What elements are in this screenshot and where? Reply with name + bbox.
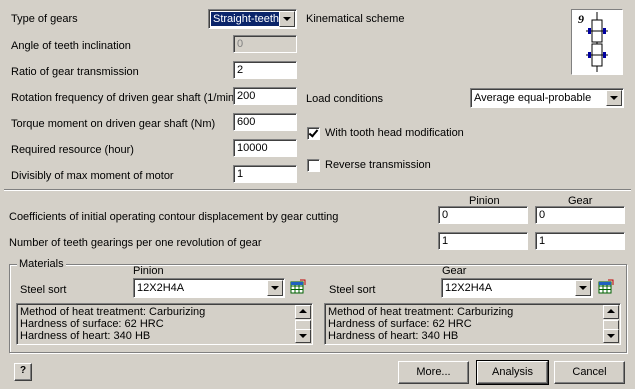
teeth-pinion-input[interactable]: 1 xyxy=(438,232,528,250)
pinion-steel-label: Steel sort xyxy=(20,284,67,296)
table-icon[interactable] xyxy=(598,279,614,295)
chevron-down-icon[interactable] xyxy=(575,280,591,296)
gear-type-label: Type of gears xyxy=(11,13,78,25)
scroll-down-icon[interactable] xyxy=(295,329,311,343)
ratio-input[interactable]: 2 xyxy=(233,61,297,79)
load-conditions-select[interactable]: Average equal-probable xyxy=(470,88,624,108)
more-button[interactable]: More... xyxy=(398,361,469,384)
pinion-info-line: Hardness of heart: 340 HB xyxy=(20,330,151,342)
table-icon[interactable] xyxy=(290,279,306,295)
coeff-label: Coefficients of initial operating contou… xyxy=(9,211,339,223)
torque-input[interactable]: 600 xyxy=(233,113,297,131)
torque-label: Torque moment on driven gear shaft (Nm) xyxy=(11,118,216,130)
divisibly-label: Divisibly of max moment of motor xyxy=(11,170,174,182)
scrollbar[interactable] xyxy=(603,305,619,343)
divider xyxy=(4,189,631,191)
pinion-material-info[interactable]: Method of heat treatment: Carburizing Ha… xyxy=(16,303,313,345)
materials-gear-header: Gear xyxy=(442,265,467,277)
gear-type-select[interactable]: Straight-teeth xyxy=(208,9,297,29)
gear-info-line: Hardness of heart: 340 HB xyxy=(328,330,459,342)
pinion-info-line: Hardness of surface: 62 HRC xyxy=(20,318,164,330)
coeff-gear-input[interactable]: 0 xyxy=(535,206,625,224)
divisibly-input[interactable]: 1 xyxy=(233,165,297,183)
pinion-info-line: Method of heat treatment: Carburizing xyxy=(20,306,206,318)
materials-pinion-header: Pinion xyxy=(133,265,164,277)
gear-info-line: Method of heat treatment: Carburizing xyxy=(328,306,514,318)
tooth-head-checkbox[interactable] xyxy=(307,127,320,140)
scroll-up-icon[interactable] xyxy=(295,305,311,319)
load-conditions-label: Load conditions xyxy=(306,93,384,105)
resource-label: Required resource (hour) xyxy=(11,144,134,156)
cancel-button[interactable]: Cancel xyxy=(554,361,625,384)
tooth-head-label[interactable]: With tooth head modification xyxy=(325,126,464,140)
kinematic-scheme-label: Kinematical scheme xyxy=(306,13,405,25)
ratio-label: Ratio of gear transmission xyxy=(11,66,139,78)
teeth-gear-input[interactable]: 1 xyxy=(535,232,625,250)
coeff-pinion-input[interactable]: 0 xyxy=(438,206,528,224)
teeth-label: Number of teeth gearings per one revolut… xyxy=(9,237,262,249)
pinion-steel-value: 12X2H4A xyxy=(137,282,185,294)
rotation-label: Rotation frequency of driven gear shaft … xyxy=(11,92,238,104)
gear-scheme-icon xyxy=(586,12,608,72)
gear-steel-label: Steel sort xyxy=(329,284,376,296)
reverse-label[interactable]: Reverse transmission xyxy=(325,158,431,172)
scroll-up-icon[interactable] xyxy=(603,305,619,319)
gear-info-line: Hardness of surface: 62 HRC xyxy=(328,318,472,330)
gear-type-value: Straight-teeth xyxy=(211,12,282,26)
analysis-button[interactable]: Analysis xyxy=(476,360,549,385)
kinematic-scheme-image[interactable]: 9 xyxy=(571,9,623,75)
reverse-checkbox[interactable] xyxy=(307,159,320,172)
rotation-input[interactable]: 200 xyxy=(233,87,297,105)
gear-steel-select[interactable]: 12X2H4A xyxy=(441,278,593,298)
scroll-down-icon[interactable] xyxy=(603,329,619,343)
chevron-down-icon[interactable] xyxy=(606,90,622,106)
resource-input[interactable]: 10000 xyxy=(233,139,297,157)
chevron-down-icon[interactable] xyxy=(279,11,295,27)
chevron-down-icon[interactable] xyxy=(267,280,283,296)
gear-steel-value: 12X2H4A xyxy=(445,282,493,294)
materials-title: Materials xyxy=(17,257,66,271)
gear-material-info[interactable]: Method of heat treatment: Carburizing Ha… xyxy=(324,303,621,345)
angle-label: Angle of teeth inclination xyxy=(11,40,131,52)
scrollbar[interactable] xyxy=(295,305,311,343)
angle-input: 0 xyxy=(233,35,297,53)
pinion-steel-select[interactable]: 12X2H4A xyxy=(133,278,285,298)
load-conditions-value: Average equal-probable xyxy=(474,92,592,104)
help-icon[interactable]: ? xyxy=(14,363,32,381)
